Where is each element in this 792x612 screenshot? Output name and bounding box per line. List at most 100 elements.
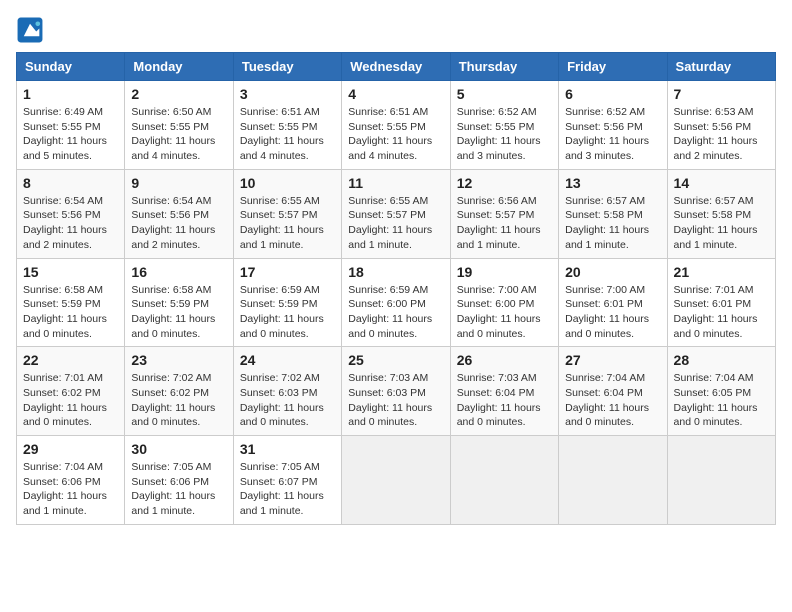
weekday-header-sunday: Sunday [17,53,125,81]
day-info: Sunrise: 6:55 AMSunset: 5:57 PMDaylight:… [348,194,443,253]
calendar-cell: 9 Sunrise: 6:54 AMSunset: 5:56 PMDaylight… [125,169,233,258]
weekday-header-friday: Friday [559,53,667,81]
day-number: 12 [457,175,552,191]
calendar-cell: 19Sunrise: 7:00 AMSunset: 6:00 PMDayligh… [450,258,558,347]
day-info: Sunrise: 7:03 AMSunset: 6:03 PMDaylight:… [348,371,443,430]
calendar-cell: 22 Sunrise: 7:01 AMSunset: 6:02 PMDayligh… [17,347,125,436]
calendar-cell: 23Sunrise: 7:02 AMSunset: 6:02 PMDayligh… [125,347,233,436]
day-info: Sunrise: 6:49 AMSunset: 5:55 PMDaylight:… [23,105,118,164]
calendar-cell: 20 Sunrise: 7:00 AMSunset: 6:01 PMDayligh… [559,258,667,347]
calendar-cell: 2Sunrise: 6:50 AMSunset: 5:55 PMDaylight… [125,81,233,170]
day-info: Sunrise: 6:51 AMSunset: 5:55 PMDaylight:… [348,105,443,164]
day-info: Sunrise: 6:55 AMSunset: 5:57 PMDaylight:… [240,194,335,253]
calendar-cell: 27 Sunrise: 7:04 AMSunset: 6:04 PMDayligh… [559,347,667,436]
day-info: Sunrise: 7:04 AMSunset: 6:05 PMDaylight:… [674,371,769,430]
day-number: 10 [240,175,335,191]
calendar-cell: 24 Sunrise: 7:02 AMSunset: 6:03 PMDayligh… [233,347,341,436]
calendar-cell [667,436,775,525]
calendar-cell: 18 Sunrise: 6:59 AMSunset: 6:00 PMDayligh… [342,258,450,347]
calendar-week-2: 8 Sunrise: 6:54 AMSunset: 5:56 PMDaylight… [17,169,776,258]
calendar-cell: 17 Sunrise: 6:59 AMSunset: 5:59 PMDayligh… [233,258,341,347]
calendar-cell [559,436,667,525]
weekday-header-wednesday: Wednesday [342,53,450,81]
day-info: Sunrise: 6:54 AMSunset: 5:56 PMDaylight:… [131,194,226,253]
day-info: Sunrise: 7:00 AMSunset: 6:01 PMDaylight:… [565,283,660,342]
day-info: Sunrise: 6:59 AMSunset: 5:59 PMDaylight:… [240,283,335,342]
day-number: 14 [674,175,769,191]
day-number: 9 [131,175,226,191]
calendar-cell [342,436,450,525]
calendar-cell: 30 Sunrise: 7:05 AMSunset: 6:06 PMDayligh… [125,436,233,525]
weekday-header-saturday: Saturday [667,53,775,81]
calendar-cell: 13Sunrise: 6:57 AMSunset: 5:58 PMDayligh… [559,169,667,258]
calendar-cell: 29 Sunrise: 7:04 AMSunset: 6:06 PMDayligh… [17,436,125,525]
day-info: Sunrise: 7:04 AMSunset: 6:06 PMDaylight:… [23,460,118,519]
day-number: 28 [674,352,769,368]
day-number: 16 [131,264,226,280]
weekday-header-thursday: Thursday [450,53,558,81]
logo [16,16,48,44]
calendar-cell: 5 Sunrise: 6:52 AMSunset: 5:55 PMDaylight… [450,81,558,170]
day-info: Sunrise: 7:04 AMSunset: 6:04 PMDaylight:… [565,371,660,430]
day-info: Sunrise: 6:52 AMSunset: 5:55 PMDaylight:… [457,105,552,164]
day-number: 11 [348,175,443,191]
day-number: 22 [23,352,118,368]
day-number: 15 [23,264,118,280]
calendar-cell: 3 Sunrise: 6:51 AMSunset: 5:55 PMDaylight… [233,81,341,170]
calendar-table: SundayMondayTuesdayWednesdayThursdayFrid… [16,52,776,525]
day-number: 1 [23,86,118,102]
calendar-cell: 1 Sunrise: 6:49 AMSunset: 5:55 PMDaylight… [17,81,125,170]
calendar-cell: 26Sunrise: 7:03 AMSunset: 6:04 PMDayligh… [450,347,558,436]
day-number: 20 [565,264,660,280]
weekday-header-tuesday: Tuesday [233,53,341,81]
day-number: 8 [23,175,118,191]
day-info: Sunrise: 7:03 AMSunset: 6:04 PMDaylight:… [457,371,552,430]
day-info: Sunrise: 6:56 AMSunset: 5:57 PMDaylight:… [457,194,552,253]
day-info: Sunrise: 6:58 AMSunset: 5:59 PMDaylight:… [23,283,118,342]
calendar-cell: 16Sunrise: 6:58 AMSunset: 5:59 PMDayligh… [125,258,233,347]
logo-icon [16,16,44,44]
day-number: 3 [240,86,335,102]
calendar-cell: 7Sunrise: 6:53 AMSunset: 5:56 PMDaylight… [667,81,775,170]
day-number: 5 [457,86,552,102]
day-info: Sunrise: 7:02 AMSunset: 6:03 PMDaylight:… [240,371,335,430]
calendar-cell: 15 Sunrise: 6:58 AMSunset: 5:59 PMDayligh… [17,258,125,347]
calendar-cell: 4 Sunrise: 6:51 AMSunset: 5:55 PMDaylight… [342,81,450,170]
day-info: Sunrise: 6:51 AMSunset: 5:55 PMDaylight:… [240,105,335,164]
calendar-week-4: 22 Sunrise: 7:01 AMSunset: 6:02 PMDayligh… [17,347,776,436]
day-info: Sunrise: 7:05 AMSunset: 6:07 PMDaylight:… [240,460,335,519]
calendar-cell: 8 Sunrise: 6:54 AMSunset: 5:56 PMDaylight… [17,169,125,258]
calendar-cell: 25 Sunrise: 7:03 AMSunset: 6:03 PMDayligh… [342,347,450,436]
calendar-cell: 11 Sunrise: 6:55 AMSunset: 5:57 PMDayligh… [342,169,450,258]
day-number: 13 [565,175,660,191]
day-number: 17 [240,264,335,280]
day-number: 18 [348,264,443,280]
calendar-week-5: 29 Sunrise: 7:04 AMSunset: 6:06 PMDayligh… [17,436,776,525]
day-number: 4 [348,86,443,102]
calendar-week-3: 15 Sunrise: 6:58 AMSunset: 5:59 PMDayligh… [17,258,776,347]
page-header [16,16,776,44]
calendar-cell: 14 Sunrise: 6:57 AMSunset: 5:58 PMDayligh… [667,169,775,258]
day-number: 7 [674,86,769,102]
day-number: 6 [565,86,660,102]
day-number: 23 [131,352,226,368]
day-number: 30 [131,441,226,457]
day-info: Sunrise: 6:52 AMSunset: 5:56 PMDaylight:… [565,105,660,164]
day-number: 19 [457,264,552,280]
calendar-cell: 6 Sunrise: 6:52 AMSunset: 5:56 PMDaylight… [559,81,667,170]
day-number: 29 [23,441,118,457]
day-info: Sunrise: 7:05 AMSunset: 6:06 PMDaylight:… [131,460,226,519]
day-info: Sunrise: 6:59 AMSunset: 6:00 PMDaylight:… [348,283,443,342]
day-number: 25 [348,352,443,368]
day-number: 31 [240,441,335,457]
day-info: Sunrise: 7:01 AMSunset: 6:01 PMDaylight:… [674,283,769,342]
day-info: Sunrise: 7:01 AMSunset: 6:02 PMDaylight:… [23,371,118,430]
day-number: 24 [240,352,335,368]
calendar-cell: 21Sunrise: 7:01 AMSunset: 6:01 PMDayligh… [667,258,775,347]
calendar-cell: 28 Sunrise: 7:04 AMSunset: 6:05 PMDayligh… [667,347,775,436]
day-number: 27 [565,352,660,368]
calendar-cell: 12 Sunrise: 6:56 AMSunset: 5:57 PMDayligh… [450,169,558,258]
day-info: Sunrise: 6:57 AMSunset: 5:58 PMDaylight:… [674,194,769,253]
day-info: Sunrise: 6:54 AMSunset: 5:56 PMDaylight:… [23,194,118,253]
calendar-cell [450,436,558,525]
